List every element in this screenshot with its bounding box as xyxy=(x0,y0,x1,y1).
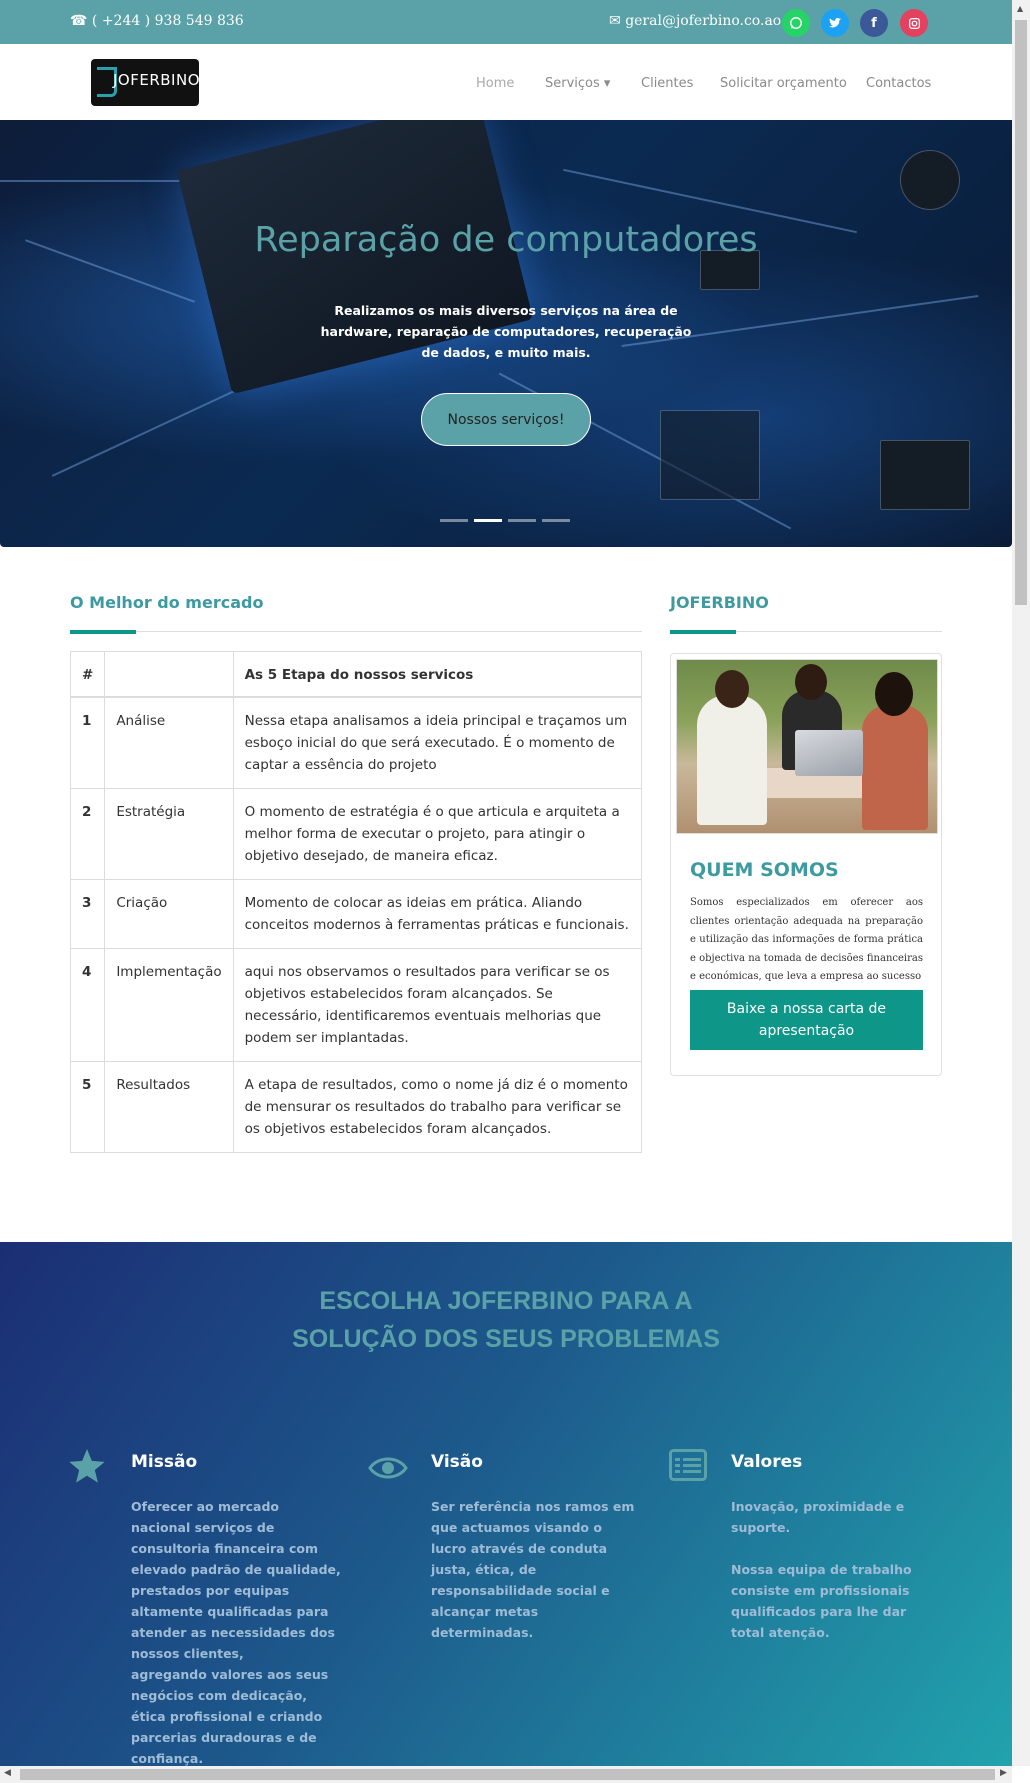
about-card-title: QUEM SOMOS xyxy=(690,859,839,881)
section-accent xyxy=(670,630,736,634)
feature-text-valores: Inovação, proximidade e suporte. Nossa e… xyxy=(731,1499,912,1640)
team-photo xyxy=(676,659,938,834)
nav-home[interactable]: Home xyxy=(476,76,514,91)
facebook-icon[interactable]: f xyxy=(860,9,888,37)
row-number: 4 xyxy=(69,948,106,1062)
photo-laptop xyxy=(795,730,863,776)
table-row: 1 Análise Nessa etapa analisamos a ideia… xyxy=(69,696,643,789)
row-step: Criação xyxy=(104,879,234,949)
feature-title-visao: Visão xyxy=(431,1452,483,1472)
photo-person xyxy=(862,705,928,830)
main-section-title: O Melhor do mercado xyxy=(70,593,264,612)
carousel-indicator-1[interactable] xyxy=(440,519,468,522)
table-row: 5 Resultados A etapa de resultados, como… xyxy=(69,1061,643,1153)
envelope-icon: ✉ xyxy=(609,13,621,29)
row-step: Resultados xyxy=(104,1061,234,1153)
nav-clientes[interactable]: Clientes xyxy=(641,76,693,91)
horizontal-scroll-thumb[interactable] xyxy=(20,1769,995,1780)
carousel-indicator-4[interactable] xyxy=(542,519,570,522)
download-presentation-button[interactable]: Baixe a nossa carta de apresentação xyxy=(690,990,923,1050)
photo-person xyxy=(697,695,767,825)
row-number: 5 xyxy=(69,1061,106,1153)
phone-icon: ☎ xyxy=(70,13,88,29)
feature-text-visao: Ser referência nos ramos em que actuamos… xyxy=(431,1499,635,1640)
table-row: 4 Implementação aqui nos observamos o re… xyxy=(69,948,643,1062)
row-step: Implementação xyxy=(104,948,234,1062)
choose-section: ESCOLHA JOFERBINO PARA A SOLUÇÃO DOS SEU… xyxy=(0,1242,1012,1766)
page: ☎ ( +244 ) 938 549 836 ✉ geral@joferbino… xyxy=(0,0,1012,1766)
nav-servicos[interactable]: Serviços ▾ xyxy=(545,76,610,91)
hero-carousel[interactable]: Reparação de computadores Realizamos os … xyxy=(0,120,1012,547)
section-accent xyxy=(70,630,136,634)
phone-number: ( +244 ) 938 549 836 xyxy=(91,13,244,29)
table-row: 3 Criação Momento de colocar as ideias e… xyxy=(69,879,643,949)
section-divider xyxy=(70,631,642,632)
hero-title: Reparação de computadores xyxy=(254,220,758,260)
brand-logo[interactable]: JOFERBINO xyxy=(91,59,200,106)
steps-table: # As 5 Etapa do nossos servicos 1 Anális… xyxy=(69,651,643,1153)
row-description: aqui nos observamos o resultados para ve… xyxy=(232,948,643,1062)
aside-title: JOFERBINO xyxy=(670,593,769,612)
hero-subtitle: Realizamos os mais diversos serviços na … xyxy=(320,303,692,360)
list-icon xyxy=(669,1449,707,1485)
whatsapp-icon[interactable] xyxy=(782,9,810,37)
table-header-num: # xyxy=(69,651,106,698)
email-link[interactable]: ✉ geral@joferbino.co.ao xyxy=(609,13,781,29)
row-description: O momento de estratégia é o que articula… xyxy=(232,788,643,880)
table-row: 2 Estratégia O momento de estratégia é o… xyxy=(69,788,643,880)
circuit-trace xyxy=(0,180,200,182)
instagram-icon[interactable] xyxy=(900,9,928,37)
table-header-row: # As 5 Etapa do nossos servicos xyxy=(69,651,643,698)
row-step: Análise xyxy=(104,696,234,789)
top-contact-bar: ☎ ( +244 ) 938 549 836 ✉ geral@joferbino… xyxy=(0,0,1012,44)
row-number: 1 xyxy=(69,696,106,789)
table-header-desc: As 5 Etapa do nossos servicos xyxy=(232,651,643,698)
horizontal-scrollbar[interactable]: ◀ ▶ xyxy=(0,1766,1012,1783)
carousel-indicator-2[interactable] xyxy=(474,519,502,522)
main-navbar: JOFERBINO Home Serviços ▾ Clientes Solic… xyxy=(0,44,1012,120)
scroll-left-icon[interactable]: ◀ xyxy=(4,1768,11,1778)
vertical-scroll-thumb[interactable] xyxy=(1015,20,1027,605)
vertical-scrollbar[interactable]: ▲ xyxy=(1012,0,1030,1766)
phone-link[interactable]: ☎ ( +244 ) 938 549 836 xyxy=(70,13,244,29)
photo-person-head xyxy=(795,664,827,700)
star-icon xyxy=(68,1449,106,1489)
photo-person-head xyxy=(715,670,749,708)
feature-title-missao: Missão xyxy=(131,1452,198,1472)
row-step: Estratégia xyxy=(104,788,234,880)
table-header-step xyxy=(104,651,234,698)
scroll-up-icon[interactable]: ▲ xyxy=(1017,4,1023,13)
row-number: 3 xyxy=(69,879,106,949)
photo-person-head xyxy=(875,672,913,716)
email-address: geral@joferbino.co.ao xyxy=(625,13,782,29)
row-number: 2 xyxy=(69,788,106,880)
logo-text: JOFERBINO xyxy=(113,71,200,89)
nav-orcamento[interactable]: Solicitar orçamento xyxy=(720,76,847,91)
about-card-text: Somos especializados em oferecer aos cli… xyxy=(690,897,923,982)
row-description: Nessa etapa analisamos a ideia principal… xyxy=(232,696,643,789)
twitter-icon[interactable] xyxy=(821,9,849,37)
row-description: Momento de colocar as ideias em prática.… xyxy=(232,879,643,949)
services-button[interactable]: Nossos serviços! xyxy=(421,393,591,446)
circuit-component xyxy=(660,410,760,500)
row-description: A etapa de resultados, como o nome já di… xyxy=(232,1061,643,1153)
feature-title-valores: Valores xyxy=(731,1452,803,1472)
carousel-indicator-3[interactable] xyxy=(508,519,536,522)
feature-text-missao: Oferecer ao mercado nacional serviços de… xyxy=(131,1499,341,1766)
about-card: QUEM SOMOS Somos especializados em ofere… xyxy=(670,653,942,1076)
nav-contactos[interactable]: Contactos xyxy=(866,76,931,91)
circuit-component xyxy=(880,440,970,510)
choose-title: ESCOLHA JOFERBINO PARA A SOLUÇÃO DOS SEU… xyxy=(292,1287,720,1353)
circuit-component xyxy=(900,150,960,210)
eye-icon xyxy=(368,1454,408,1486)
scroll-right-icon[interactable]: ▶ xyxy=(1000,1768,1007,1778)
